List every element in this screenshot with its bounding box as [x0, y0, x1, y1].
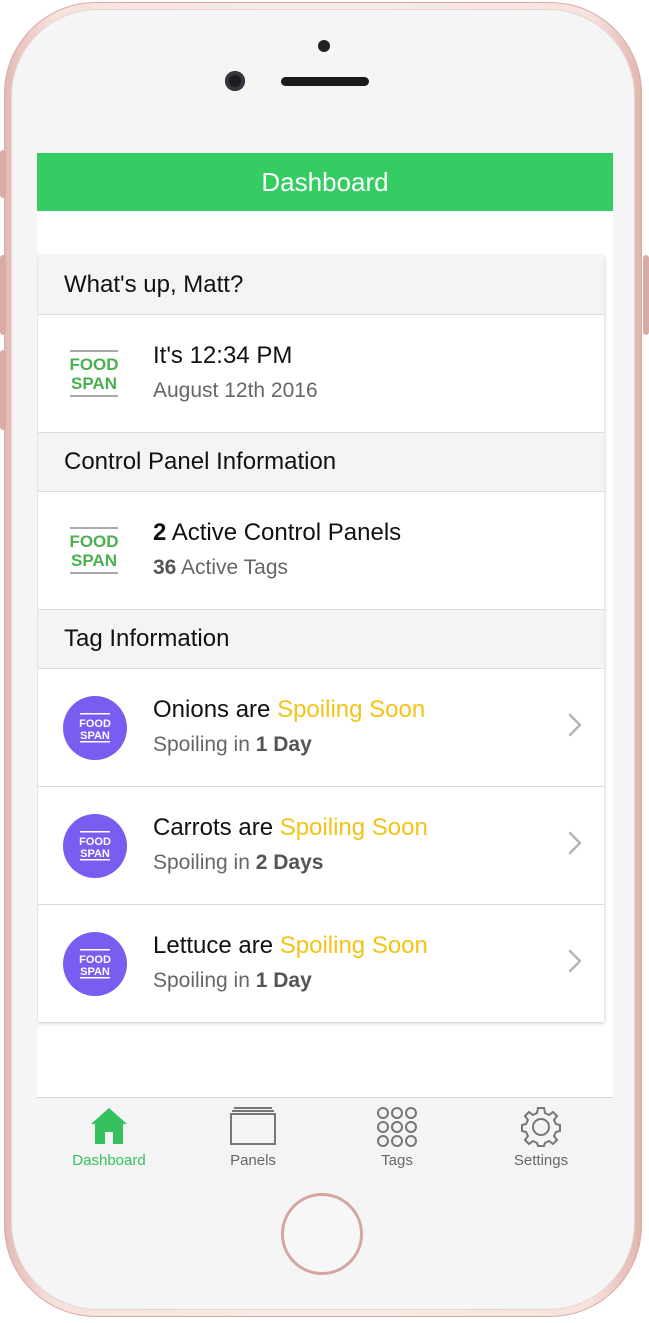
tag-status: Spoiling Soon — [279, 814, 428, 841]
control-panel-text-block: 2 Active Control Panels 36 Active Tags — [153, 518, 401, 583]
logo-text-span: SPAN — [80, 730, 110, 742]
dashboard-content: What's up, Matt? FOOD SPAN It's 12:34 PM… — [37, 211, 613, 1097]
tab-settings[interactable]: Settings — [469, 1098, 613, 1170]
control-panel-row: FOOD SPAN 2 Active Control Panels 36 Act… — [38, 492, 604, 610]
nav-title: Dashboard — [261, 166, 389, 197]
tab-bar: Dashboard Panels Tags Settings — [37, 1097, 613, 1170]
tag-title: Onions are Spoiling Soon — [153, 695, 425, 725]
front-camera — [225, 71, 245, 91]
tag-sub-prefix: Spoiling in — [153, 851, 256, 874]
power-button — [643, 255, 649, 335]
date-text: August 12th 2016 — [153, 379, 318, 402]
foodspan-tag-icon: FOOD SPAN — [79, 949, 111, 979]
time-text-block: It's 12:34 PM August 12th 2016 — [153, 341, 318, 406]
tab-panels[interactable]: Panels — [181, 1098, 325, 1170]
tab-label: Dashboard — [72, 1152, 146, 1169]
foodspan-logo-icon: FOOD SPAN — [69, 350, 119, 397]
app-screen: Dashboard What's up, Matt? FOOD SPAN It'… — [37, 153, 613, 1170]
tag-item-name: Carrots are — [153, 814, 280, 841]
tag-status: Spoiling Soon — [279, 932, 428, 959]
active-panels-label: Active Control Panels — [166, 519, 402, 546]
logo-text-span: SPAN — [80, 966, 110, 978]
tag-sub-prefix: Spoiling in — [153, 733, 256, 756]
nav-bar: Dashboard — [37, 153, 613, 211]
active-panels-count: 2 — [153, 519, 167, 546]
chevron-right-icon[interactable] — [568, 713, 582, 737]
time-title: It's 12:34 PM — [153, 342, 293, 369]
tab-label: Tags — [381, 1152, 413, 1169]
tag-sub-value: 1 Day — [255, 969, 312, 992]
gear-icon — [521, 1107, 561, 1147]
grid-icon — [377, 1107, 417, 1147]
tag-list-item[interactable]: FOOD SPAN Lettuce are Spoiling Soon Spoi… — [38, 905, 604, 1022]
tag-text-block: Carrots are Spoiling Soon Spoiling in 2 … — [153, 813, 428, 878]
foodspan-tag-icon: FOOD SPAN — [79, 831, 111, 861]
tag-subtitle: Spoiling in 1 Day — [153, 966, 428, 996]
tag-info-header: Tag Information — [38, 610, 604, 669]
active-tags-label: Active Tags — [176, 556, 289, 579]
tag-avatar: FOOD SPAN — [63, 932, 127, 996]
tag-sub-value: 1 Day — [255, 733, 312, 756]
tag-item-name: Lettuce are — [153, 932, 280, 959]
logo-text-span: SPAN — [71, 551, 117, 570]
earpiece-speaker — [281, 77, 369, 86]
logo-text-food: FOOD — [79, 718, 111, 730]
mute-switch — [0, 150, 6, 198]
tag-avatar: FOOD SPAN — [63, 696, 127, 760]
logo-text-food: FOOD — [69, 532, 118, 551]
tag-title: Lettuce are Spoiling Soon — [153, 931, 428, 961]
active-panels-line: 2 Active Control Panels — [153, 518, 401, 548]
tag-list-item[interactable]: FOOD SPAN Carrots are Spoiling Soon Spoi… — [38, 787, 604, 905]
tab-label: Settings — [513, 1152, 569, 1169]
foodspan-logo-icon: FOOD SPAN — [69, 527, 119, 574]
tag-text-block: Onions are Spoiling Soon Spoiling in 1 D… — [153, 695, 425, 760]
tag-avatar: FOOD SPAN — [63, 814, 127, 878]
home-button[interactable] — [281, 1193, 363, 1275]
home-icon — [91, 1108, 127, 1144]
tag-title: Carrots are Spoiling Soon — [153, 813, 428, 843]
tag-item-name: Onions are — [153, 696, 278, 723]
logo-text-food: FOOD — [79, 954, 111, 966]
tab-label: Panels — [230, 1152, 276, 1169]
tag-list-item[interactable]: FOOD SPAN Onions are Spoiling Soon Spoil… — [38, 669, 604, 787]
tag-sub-value: 2 Days — [255, 851, 324, 874]
panels-icon — [230, 1107, 276, 1145]
volume-up-button — [0, 255, 6, 335]
tag-text-block: Lettuce are Spoiling Soon Spoiling in 1 … — [153, 931, 428, 996]
proximity-sensor — [318, 40, 330, 52]
tag-status: Spoiling Soon — [277, 696, 426, 723]
greeting-header: What's up, Matt? — [38, 256, 604, 315]
tab-dashboard[interactable]: Dashboard — [37, 1098, 181, 1170]
control-panel-header: Control Panel Information — [38, 433, 604, 492]
logo-text-food: FOOD — [79, 836, 111, 848]
volume-down-button — [0, 350, 6, 430]
foodspan-tag-icon: FOOD SPAN — [79, 713, 111, 743]
logo-text-span: SPAN — [80, 848, 110, 860]
tag-subtitle: Spoiling in 2 Days — [153, 848, 428, 878]
time-row: FOOD SPAN It's 12:34 PM August 12th 2016 — [38, 315, 604, 433]
chevron-right-icon[interactable] — [568, 831, 582, 855]
chevron-right-icon[interactable] — [568, 949, 582, 973]
logo-text-span: SPAN — [71, 374, 117, 393]
dashboard-card: What's up, Matt? FOOD SPAN It's 12:34 PM… — [38, 256, 604, 1022]
active-tags-line: 36 Active Tags — [153, 553, 401, 583]
tag-subtitle: Spoiling in 1 Day — [153, 730, 425, 760]
logo-text-food: FOOD — [69, 355, 118, 374]
tag-sub-prefix: Spoiling in — [153, 969, 256, 992]
active-tags-count: 36 — [153, 556, 177, 579]
tab-tags[interactable]: Tags — [325, 1098, 469, 1170]
